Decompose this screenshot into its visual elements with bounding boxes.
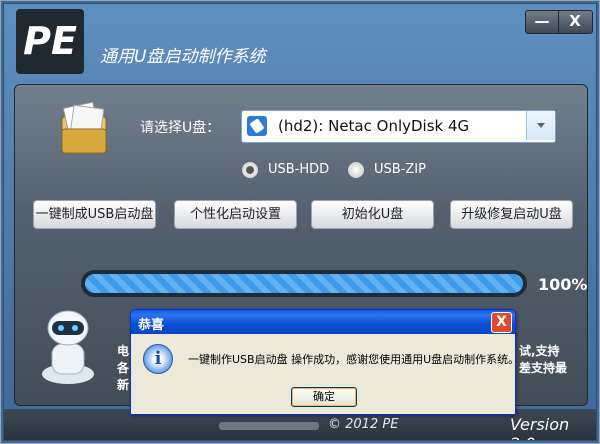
- info-icon: i: [143, 344, 173, 374]
- drive-select-label: 请选择U盘：: [140, 120, 221, 136]
- drive-select[interactable]: (hd2): Netac OnlyDisk 4G: [241, 110, 556, 143]
- folder-icon: [61, 101, 107, 154]
- background-text: 试,支持: [519, 344, 560, 358]
- usb-drive-icon: [247, 116, 267, 136]
- app-title: 通用U盘启动制作系统: [100, 47, 266, 67]
- window-controls: — X: [525, 10, 593, 34]
- radio-selected-icon: [242, 162, 258, 178]
- success-dialog: 恭喜 X i 一键制作USB启动盘 操作成功，感谢您使用通用U盘启动制作系统。 …: [130, 309, 520, 415]
- make-usb-boot-button[interactable]: 一键制成USB启动盘: [33, 200, 156, 229]
- close-button[interactable]: X: [559, 11, 591, 33]
- app-logo: PE: [16, 9, 84, 74]
- radio-usb-zip-label: USB-ZIP: [374, 162, 426, 177]
- dialog-message: 一键制作USB启动盘 操作成功，感谢您使用通用U盘启动制作系统。: [188, 353, 520, 366]
- background-text: 差支持最: [519, 361, 568, 375]
- blurred-text: [219, 422, 319, 430]
- progress-bar: [81, 270, 527, 297]
- copyright: © 2012 PE: [328, 417, 399, 432]
- custom-boot-settings-button[interactable]: 个性化启动设置: [174, 200, 297, 229]
- dialog-title: 恭喜: [138, 318, 165, 333]
- chevron-down-icon[interactable]: [526, 111, 555, 140]
- background-text: 电: [117, 344, 130, 358]
- progress-percent: 100%: [538, 275, 588, 294]
- progress-fill: [85, 274, 523, 293]
- robot-mascot-icon: [42, 310, 94, 384]
- background-text: 新: [117, 378, 130, 392]
- drive-select-value: (hd2): Netac OnlyDisk 4G: [278, 117, 470, 135]
- background-text: 各: [117, 361, 130, 375]
- dialog-title-bar[interactable]: 恭喜 X: [131, 310, 515, 334]
- minimize-button[interactable]: —: [526, 11, 559, 33]
- init-usb-button[interactable]: 初始化U盘: [311, 200, 434, 229]
- dialog-close-button[interactable]: X: [491, 312, 512, 333]
- version-label: Version 2.0: [510, 415, 570, 440]
- radio-unselected-icon: [348, 162, 364, 178]
- upgrade-repair-button[interactable]: 升级修复启动U盘: [450, 200, 573, 229]
- ok-button[interactable]: 确定: [291, 387, 357, 407]
- radio-usb-hdd-label: USB-HDD: [268, 162, 330, 177]
